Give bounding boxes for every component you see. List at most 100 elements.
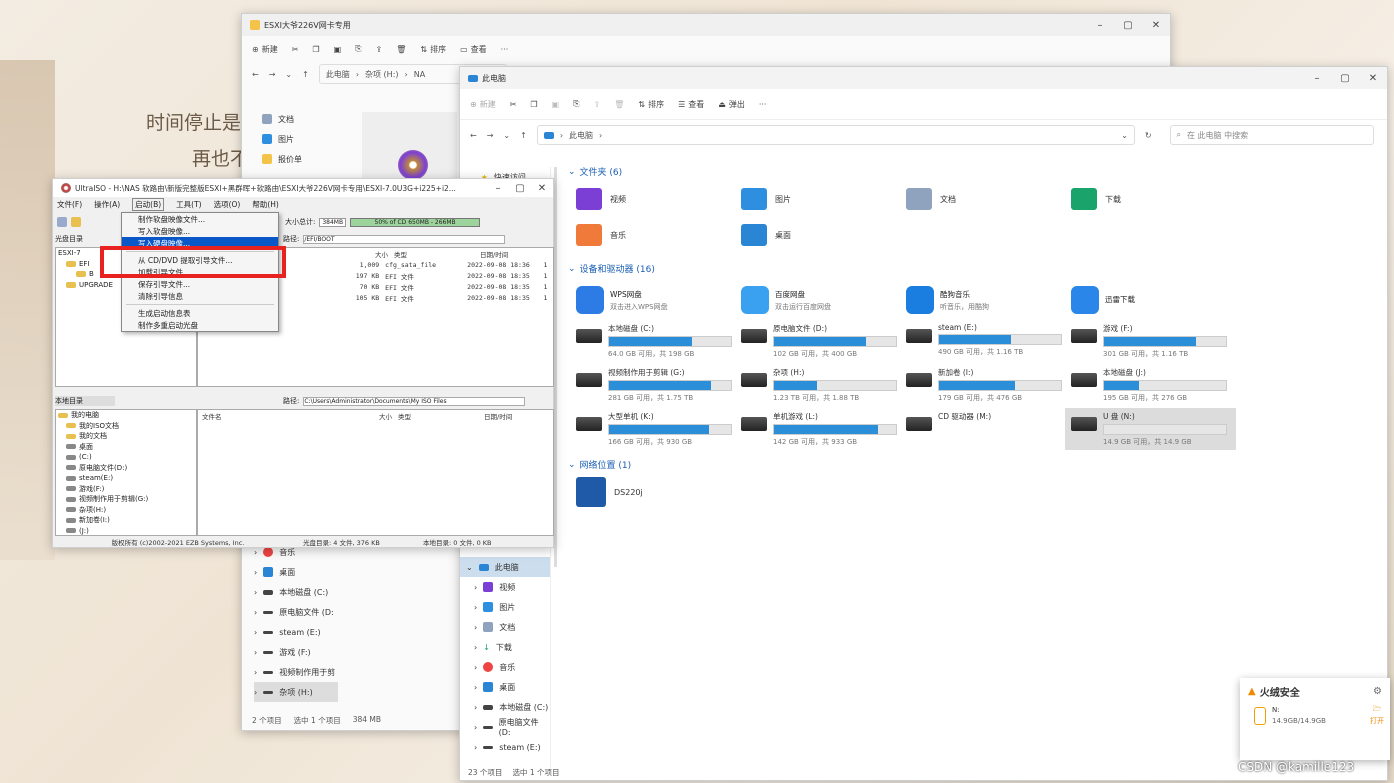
nav-item-e[interactable]: › steam (E:): [254, 622, 338, 642]
drive-item[interactable]: 游戏 (F:) 301 GB 可用，共 1.16 TB: [1071, 323, 1236, 359]
open-icon[interactable]: [71, 217, 81, 227]
search-input[interactable]: ⌕ 在 此电脑 中搜索: [1169, 125, 1374, 145]
drive-item[interactable]: U 盘 (N:) 14.9 GB 可用，共 14.9 GB: [1065, 408, 1236, 450]
this-pc-window[interactable]: 此电脑 – ▢ ✕ ⊕ 新建 ✂ ❐ ▣ ⎘ ⇪ 🗑 ⇅ 排序 ☰ 查看 ⏏ 弹出 ··· …: [459, 66, 1388, 781]
huorong-popup[interactable]: ▲ 火绒安全 ⚙ N: 14.9GB/14.9GB 🗁 打开: [1240, 678, 1390, 760]
paste-icon[interactable]: ▣: [334, 45, 342, 54]
nav-downloads[interactable]: › ↓ 下载: [460, 637, 550, 657]
close-button[interactable]: ✕: [1142, 20, 1170, 31]
drive-item[interactable]: 杂项 (H:) 1.23 TB 可用，共 1.88 TB: [741, 367, 906, 403]
more-icon[interactable]: ···: [501, 45, 509, 54]
maximize-button[interactable]: ▢: [1114, 20, 1142, 31]
dropdown-icon[interactable]: ⌄: [1121, 131, 1128, 140]
nav-item-pics[interactable]: 图片: [262, 129, 342, 149]
drive-item[interactable]: CD 驱动器 (M:): [906, 411, 1071, 450]
network-item-ds220j[interactable]: DS220j: [568, 477, 1378, 507]
nav-music[interactable]: › 音乐: [460, 657, 550, 677]
tree-item[interactable]: 我的ISO文档: [56, 421, 196, 432]
back-icon[interactable]: ←: [470, 131, 477, 140]
tree-item[interactable]: 杂项(H:): [56, 505, 196, 516]
folder-item[interactable]: 图片: [741, 188, 906, 210]
menu-actions[interactable]: 操作(A): [94, 199, 120, 210]
nav-item-f[interactable]: › 游戏 (F:): [254, 642, 338, 662]
drive-item[interactable]: 本地磁盘 (C:) 64.0 GB 可用，共 198 GB: [576, 323, 741, 359]
ultraiso-window[interactable]: UltraISO - H:\NAS 软路由\新版完整版ESXI+黑群晖+软路由\…: [52, 178, 554, 548]
nav-videos[interactable]: › 视频: [460, 577, 550, 597]
tree-item[interactable]: 游戏(F:): [56, 484, 196, 495]
cut-icon[interactable]: ✂: [292, 45, 299, 54]
nav-drive-d[interactable]: › 原电脑文件 (D:: [460, 717, 550, 737]
rename-icon[interactable]: ⎘: [355, 44, 361, 54]
back-icon[interactable]: ←: [252, 70, 259, 79]
nav-item-quotes[interactable]: 报价单: [262, 149, 342, 169]
nav-item-desktop[interactable]: › 桌面: [254, 562, 338, 582]
nav-drive-e[interactable]: › steam (E:): [460, 737, 550, 757]
nav-pictures[interactable]: › 图片: [460, 597, 550, 617]
forward-icon[interactable]: →: [487, 131, 494, 140]
menu-item[interactable]: 清除引导信息: [122, 290, 278, 302]
tree-item[interactable]: 新加卷(I:): [56, 515, 196, 526]
close-button[interactable]: ✕: [531, 183, 553, 194]
tree-item[interactable]: steam(E:): [56, 473, 196, 484]
tree-item[interactable]: (C:): [56, 452, 196, 463]
drive-item[interactable]: 视频制作用于剪辑 (G:) 281 GB 可用，共 1.75 TB: [576, 367, 741, 403]
up-icon[interactable]: ↑: [302, 70, 309, 79]
more-icon[interactable]: ···: [759, 100, 767, 109]
cut-icon[interactable]: ✂: [510, 100, 517, 109]
maximize-button[interactable]: ▢: [509, 183, 531, 194]
section-drives[interactable]: ⌄ 设备和驱动器 (16): [568, 262, 1378, 276]
forward-icon[interactable]: →: [269, 70, 276, 79]
folder-item[interactable]: 音乐: [576, 224, 741, 246]
nav-this-pc[interactable]: ⌄ 此电脑: [460, 557, 550, 577]
nav-item-c[interactable]: › 本地磁盘 (C:): [254, 582, 338, 602]
menu-item[interactable]: 生成启动信息表: [122, 307, 278, 319]
drive-item[interactable]: 单机游戏 (L:) 142 GB 可用，共 933 GB: [741, 411, 906, 450]
rename-icon[interactable]: ⎘: [573, 99, 579, 109]
app-item[interactable]: 酷狗音乐 听音乐，用酷狗: [906, 283, 1071, 317]
maximize-button[interactable]: ▢: [1331, 73, 1359, 84]
menu-file[interactable]: 文件(F): [57, 199, 82, 210]
drive-item[interactable]: 原电脑文件 (D:) 102 GB 可用，共 400 GB: [741, 323, 906, 359]
title-bar[interactable]: UltraISO - H:\NAS 软路由\新版完整版ESXI+黑群晖+软路由\…: [53, 179, 553, 197]
menu-boot[interactable]: 启动(B): [132, 197, 165, 211]
tree-item[interactable]: 原电脑文件(D:): [56, 463, 196, 474]
crumb-1[interactable]: 此电脑: [326, 69, 350, 80]
drive-item[interactable]: 大型单机 (K:) 166 GB 可用，共 930 GB: [576, 411, 741, 450]
cd-path[interactable]: /EFI/BOOT: [303, 234, 506, 244]
app-item[interactable]: WPS网盘 双击进入WPS网盘: [576, 283, 741, 317]
share-icon[interactable]: ⇪: [594, 100, 601, 109]
menu-item[interactable]: 写入软盘映像...: [122, 225, 278, 237]
menu-item[interactable]: 制作多重启动光盘: [122, 319, 278, 331]
minimize-button[interactable]: –: [487, 183, 509, 194]
drive-item[interactable]: 新加卷 (I:) 179 GB 可用，共 476 GB: [906, 367, 1071, 403]
folder-item[interactable]: 桌面: [741, 224, 906, 246]
folder-item[interactable]: 文档: [906, 188, 1071, 210]
tree-item[interactable]: 桌面: [56, 442, 196, 453]
settings-icon[interactable]: ⚙: [1373, 686, 1382, 697]
tree-item[interactable]: 我的文档: [56, 431, 196, 442]
menu-item[interactable]: 保存引导文件...: [122, 278, 278, 290]
eject-button[interactable]: ⏏ 弹出: [718, 99, 745, 110]
folder-item[interactable]: 下载: [1071, 188, 1236, 210]
tree-item[interactable]: 我的电脑: [56, 410, 196, 421]
nav-documents[interactable]: › 文档: [460, 617, 550, 637]
nav-item-h[interactable]: › 杂项 (H:): [254, 682, 338, 702]
drive-item[interactable]: steam (E:) 490 GB 可用，共 1.16 TB: [906, 323, 1071, 359]
copy-icon[interactable]: ❐: [312, 45, 319, 54]
nav-item-d[interactable]: › 原电脑文件 (D:: [254, 602, 338, 622]
address-field[interactable]: › 此电脑 › ⌄: [536, 125, 1135, 145]
minimize-button[interactable]: –: [1086, 20, 1114, 31]
nav-item-docs[interactable]: 文档: [262, 109, 342, 129]
folder-item[interactable]: 视频: [576, 188, 741, 210]
paste-icon[interactable]: ▣: [552, 100, 560, 109]
copy-icon[interactable]: ❐: [530, 100, 537, 109]
menu-options[interactable]: 选项(O): [214, 199, 241, 210]
title-bar[interactable]: 此电脑 – ▢ ✕: [460, 67, 1387, 89]
delete-icon[interactable]: 🗑: [614, 100, 624, 109]
new-button[interactable]: ⊕ 新建: [470, 99, 496, 110]
minimize-button[interactable]: –: [1303, 73, 1331, 84]
drive-item[interactable]: 本地磁盘 (J:) 195 GB 可用，共 276 GB: [1071, 367, 1236, 403]
crumb-3[interactable]: NA: [414, 70, 425, 79]
local-path[interactable]: C:\Users\Administrator\Documents\My ISO …: [303, 396, 526, 406]
nav-item-g[interactable]: › 视频制作用于剪: [254, 662, 338, 682]
